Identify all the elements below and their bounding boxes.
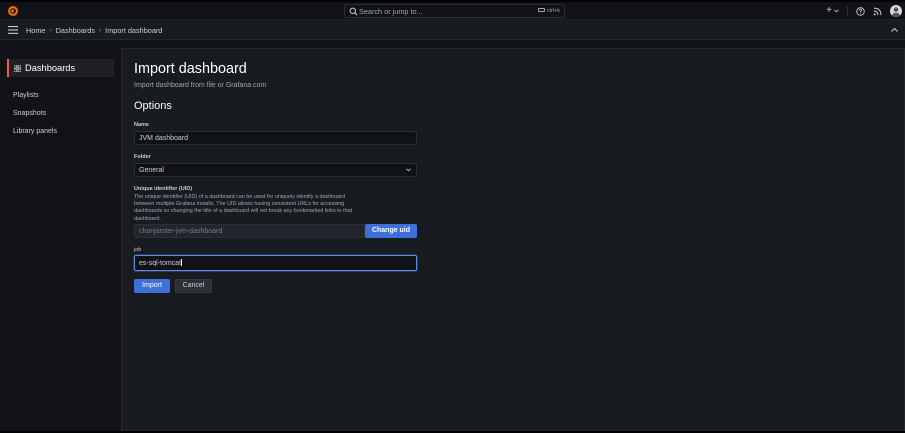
cancel-button[interactable]: Cancel: [175, 279, 212, 293]
folder-select[interactable]: General: [134, 163, 417, 177]
search-placeholder: Search or jump to...: [359, 7, 423, 16]
grafana-app: Search or jump to... ctrl+k + Home › Das…: [0, 2, 905, 431]
job-label: job: [134, 247, 142, 253]
breadcrumb-home[interactable]: Home: [26, 26, 45, 35]
help-icon[interactable]: [856, 6, 865, 16]
page-subtitle: Import dashboard from file or Grafana.co…: [134, 82, 267, 89]
search-shortcut: ctrl+k: [537, 8, 560, 14]
new-button[interactable]: +: [826, 6, 839, 16]
main-content: Import dashboard Import dashboard from f…: [121, 48, 905, 431]
breadcrumb: Home › Dashboards › Import dashboard: [26, 26, 162, 35]
uid-label: Unique identifier (UID): [134, 186, 193, 192]
keyboard-icon: [537, 8, 545, 12]
sidebar-item-playlists[interactable]: Playlists: [13, 92, 39, 99]
top-bar: Search or jump to... ctrl+k +: [0, 2, 905, 20]
topbar-actions: +: [826, 4, 902, 18]
page-title: Import dashboard: [134, 61, 247, 77]
chevron-down-icon: [406, 168, 411, 172]
chevron-right-icon: ›: [99, 27, 102, 34]
job-input[interactable]: es-sql-tomcat: [134, 255, 417, 271]
search-icon: [349, 7, 358, 16]
breadcrumb-current: Import dashboard: [105, 26, 163, 35]
news-rss-icon[interactable]: [873, 7, 882, 16]
sidebar-item-snapshots[interactable]: Snapshots: [13, 110, 46, 117]
breadcrumb-dashboards[interactable]: Dashboards: [56, 26, 95, 35]
sidebar-item-dashboards[interactable]: Dashboards: [7, 59, 114, 77]
job-value: es-sql-tomcat: [139, 260, 182, 267]
sidebar-section-title: Dashboards: [25, 63, 76, 73]
change-uid-button[interactable]: Change uid: [365, 224, 417, 238]
name-input[interactable]: JVM dashboard: [134, 131, 417, 145]
search-shortcut-label: ctrl+k: [546, 8, 560, 14]
text-cursor: [181, 259, 183, 266]
chevron-right-icon: ›: [49, 27, 52, 34]
options-heading: Options: [134, 100, 172, 112]
folder-value: General: [139, 167, 164, 174]
user-icon: [891, 7, 901, 17]
name-label: Name: [134, 122, 149, 128]
uid-description: The unique identifier (UID) of a dashboa…: [134, 194, 353, 222]
menu-icon[interactable]: [8, 26, 18, 34]
plus-icon: +: [826, 5, 832, 16]
sidebar-item-library-panels[interactable]: Library panels: [13, 128, 57, 135]
breadcrumb-bar: Home › Dashboards › Import dashboard: [0, 20, 905, 40]
folder-label: Folder: [134, 154, 151, 160]
user-avatar[interactable]: [890, 5, 902, 17]
chevron-up-icon[interactable]: [891, 27, 898, 33]
divider: [847, 6, 848, 16]
import-button[interactable]: Import: [134, 279, 170, 293]
uid-input: chanjarster-jvm-dashboard: [134, 224, 365, 238]
sidebar: Dashboards Playlists Snapshots Library p…: [0, 48, 121, 431]
chevron-down-icon: [834, 9, 839, 13]
apps-grid-icon: [14, 64, 21, 72]
search-bar[interactable]: Search or jump to... ctrl+k: [344, 4, 565, 18]
grafana-logo-icon[interactable]: [7, 5, 19, 17]
